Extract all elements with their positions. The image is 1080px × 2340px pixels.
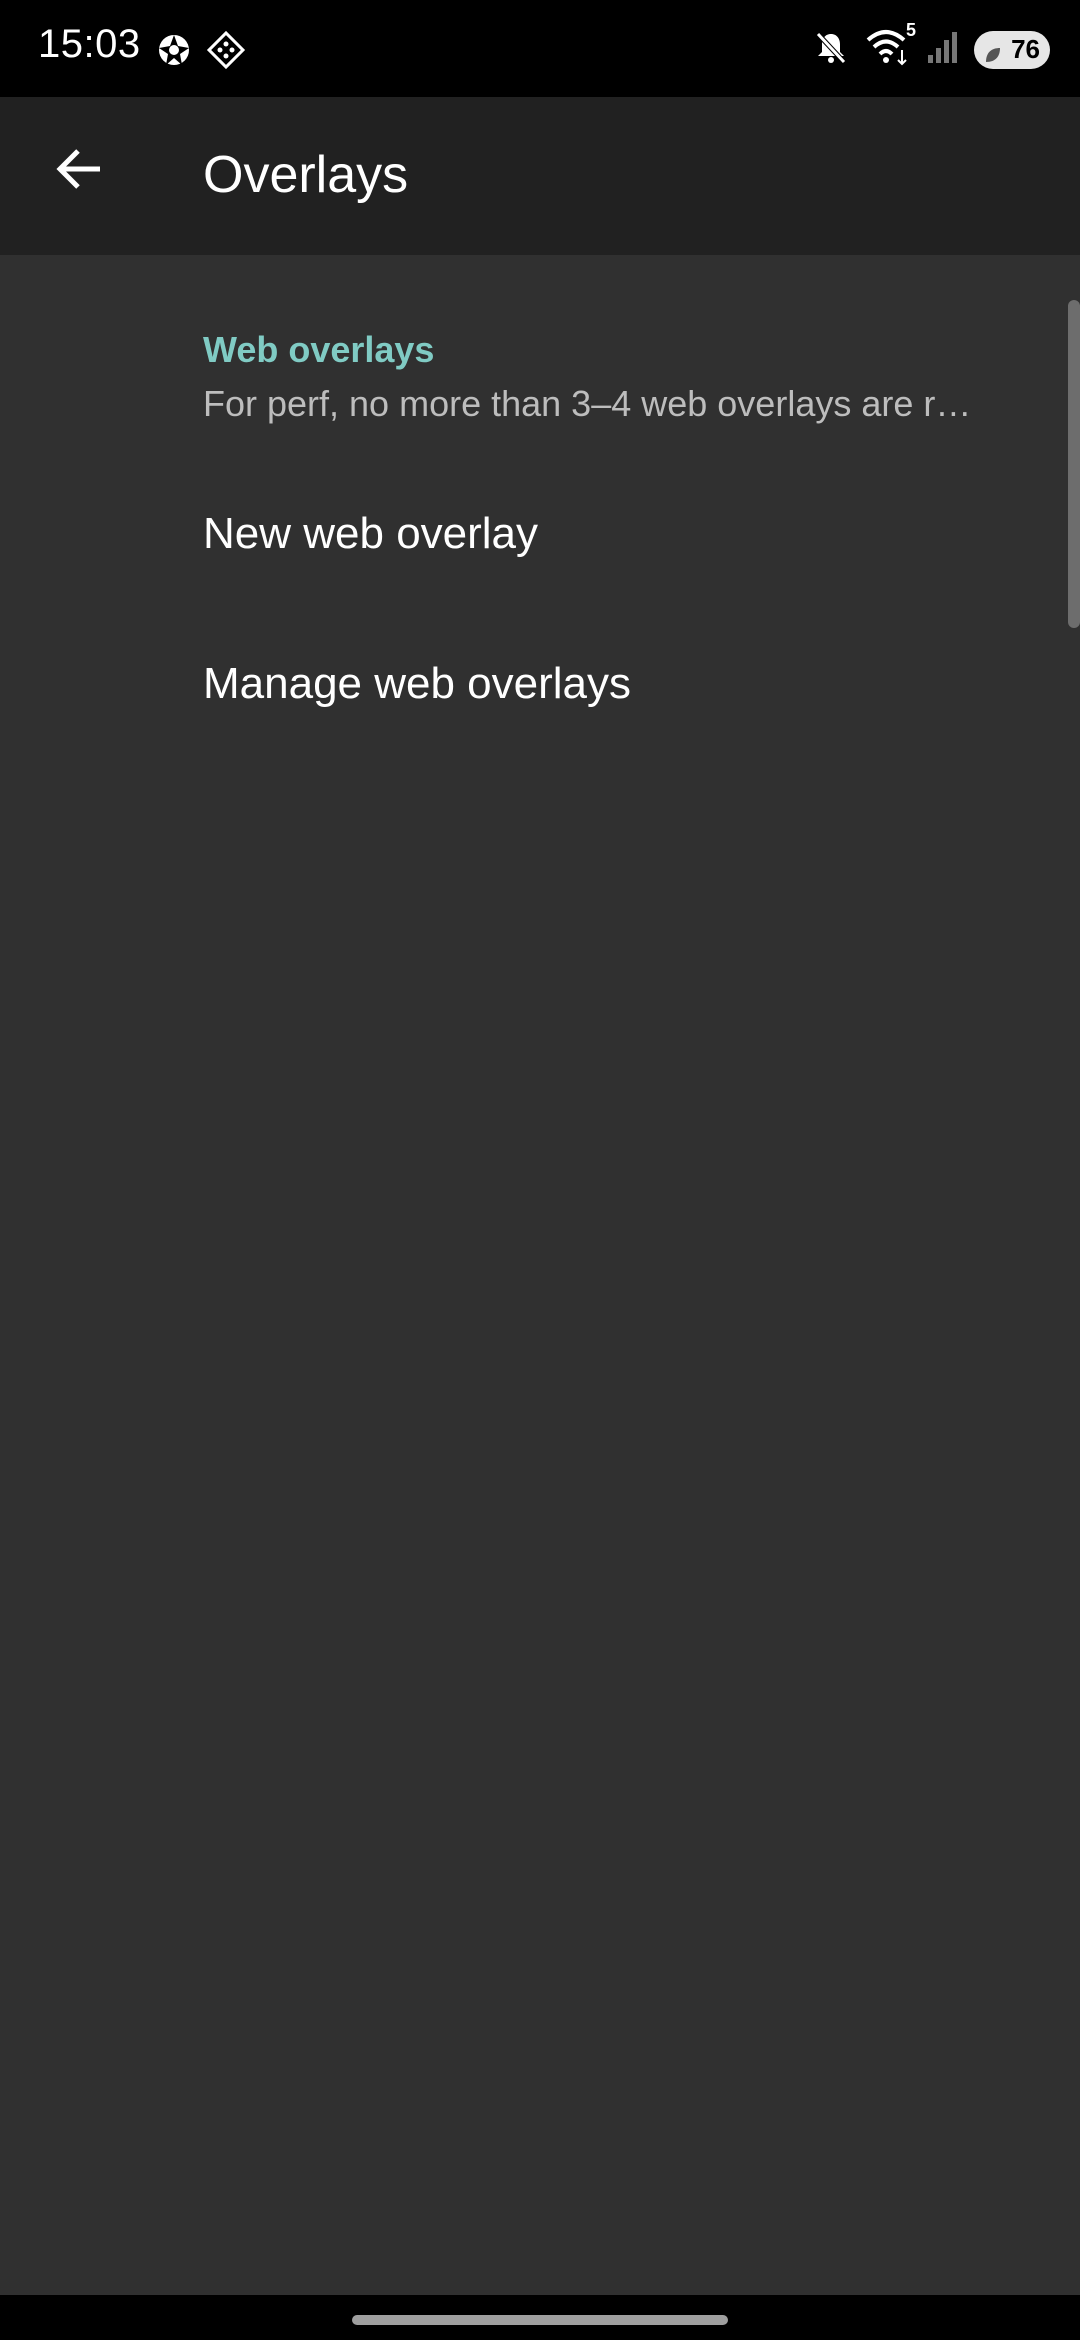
wifi-icon: 5 [864,20,916,71]
page-title: Overlays [203,146,409,204]
category-title: Web overlays [203,329,435,370]
status-bar: 15:03 5 76 [0,0,1080,97]
battery-level: 76 [1011,34,1040,64]
arrow-back-icon [54,143,106,200]
diamond-grid-icon [206,30,246,75]
notification-icons [156,30,246,75]
battery-icon: 76 [974,30,1050,71]
aperture-icon [156,32,192,73]
app-bar: Overlays [0,97,1080,255]
battery-saver-leaf-icon [984,40,1002,71]
status-time: 15:03 [38,22,141,66]
category-summary: For perf, no more than 3–4 web overlays … [203,383,972,424]
new-web-overlay-label: New web overlay [203,509,539,558]
home-indicator[interactable] [352,2315,728,2325]
preferences-list: Web overlays For perf, no more than 3–4 … [0,255,1080,2295]
manage-web-overlays-label: Manage web overlays [203,659,632,708]
scrollbar[interactable] [1068,300,1080,628]
mute-icon [812,28,850,71]
back-button[interactable] [40,131,120,211]
wifi-badge: 5 [905,20,916,40]
navigation-bar [0,2295,1080,2340]
system-icons: 5 76 [812,20,1050,71]
new-web-overlay-item[interactable]: New web overlay [0,461,1060,611]
signal-icon [926,29,960,70]
manage-web-overlays-item[interactable]: Manage web overlays [0,611,1060,761]
